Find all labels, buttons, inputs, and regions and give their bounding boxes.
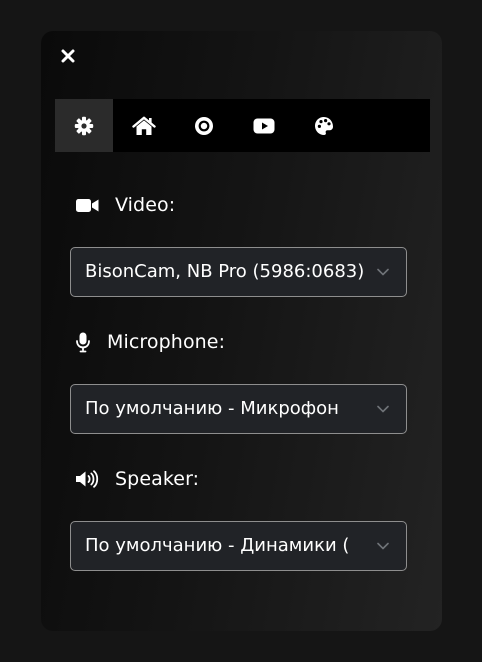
microphone-device-select[interactable]: По умолчанию - Микрофон [70,384,407,434]
speaker-icon [75,470,99,488]
video-device-select[interactable]: BisonCam, NB Pro (5986:0683) [70,247,407,297]
tab-bar [55,99,430,152]
video-device-value: BisonCam, NB Pro (5986:0683) [85,261,365,282]
close-button[interactable] [57,45,79,67]
microphone-label: Microphone: [75,331,225,353]
video-label: Video: [75,194,175,216]
speaker-label-text: Speaker: [115,468,200,490]
tab-home[interactable] [115,99,173,152]
tab-palette[interactable] [295,99,353,152]
home-icon [132,116,156,135]
chevron-down-icon [377,405,389,413]
speaker-device-select[interactable]: По умолчанию - Динамики ( [70,521,407,571]
settings-panel: Video: BisonCam, NB Pro (5986:0683) Micr… [41,31,442,631]
youtube-icon [253,118,275,133]
close-icon [61,49,75,63]
microphone-device-value: По умолчанию - Микрофон [85,398,339,419]
microphone-icon [75,332,91,353]
tab-youtube[interactable] [235,99,293,152]
chevron-down-icon [377,268,389,276]
gear-icon [74,116,94,135]
video-label-text: Video: [115,194,176,216]
chevron-down-icon [377,542,389,550]
record-icon [195,116,213,135]
tab-record[interactable] [175,99,233,152]
speaker-label: Speaker: [75,468,199,490]
palette-icon [315,116,333,135]
tab-settings[interactable] [55,99,113,152]
microphone-label-text: Microphone: [107,331,226,353]
video-camera-icon [75,198,99,213]
speaker-device-value: По умолчанию - Динамики ( [85,535,350,556]
